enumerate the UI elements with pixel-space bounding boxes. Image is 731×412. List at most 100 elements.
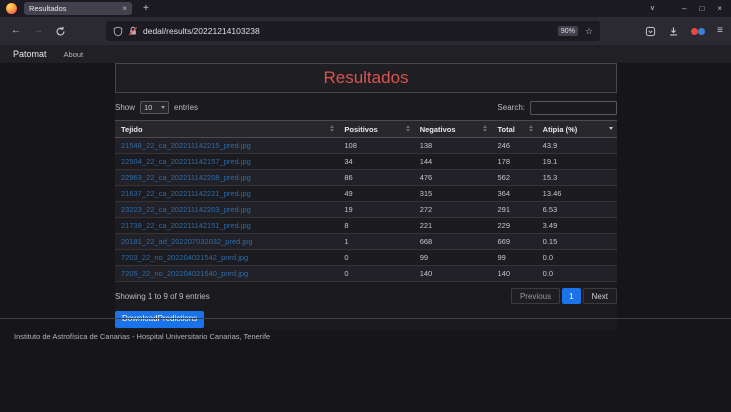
bookmark-star-icon[interactable]: ☆ [585, 27, 593, 36]
tejido-link[interactable]: 7203_22_no_202204021542_pred.jpg [121, 253, 248, 262]
cell-negativos: 315 [414, 186, 492, 202]
cell-negativos: 476 [414, 170, 492, 186]
window-minimize-button[interactable]: – [682, 5, 686, 13]
save-to-pocket-icon[interactable] [645, 26, 656, 37]
tracking-shield-icon[interactable] [113, 26, 123, 37]
new-tab-button[interactable]: + [143, 4, 149, 14]
cell-atipia: 0.15 [537, 234, 617, 250]
cell-total: 178 [491, 154, 536, 170]
tejido-link[interactable]: 22504_22_ca_202211142157_pred.jpg [121, 157, 251, 166]
extension-icon[interactable] [691, 27, 705, 36]
reload-icon[interactable] [54, 26, 66, 37]
tejido-link[interactable]: 22963_22_ca_202211142208_pred.jpg [121, 173, 251, 182]
sort-icon[interactable] [529, 125, 533, 132]
browser-tab[interactable]: Resultados × [24, 2, 132, 15]
cell-total: 140 [491, 266, 536, 282]
results-table: Tejido Positivos Negativos Total [115, 120, 617, 282]
search-input[interactable] [530, 101, 617, 115]
browser-titlebar: Resultados × + ∨ – □ × [0, 0, 731, 17]
cell-atipia: 15.3 [537, 170, 617, 186]
column-header-atipia[interactable]: Atipia (%) [537, 121, 617, 138]
forward-button[interactable]: → [32, 26, 44, 36]
cell-negativos: 99 [414, 250, 492, 266]
cell-atipia: 0.0 [537, 266, 617, 282]
cell-tejido: 22963_22_ca_202211142208_pred.jpg [115, 170, 338, 186]
sort-icon[interactable] [406, 125, 410, 132]
tejido-link[interactable]: 21548_22_ca_202211142215_pred.jpg [121, 141, 251, 150]
pagination-previous-button[interactable]: Previous [511, 288, 560, 304]
tejido-link[interactable]: 21637_22_ca_202211142221_pred.jpg [121, 189, 251, 198]
table-row: 21637_22_ca_202211142221_pred.jpg 49 315… [115, 186, 617, 202]
table-row: 7203_22_no_202204021542_pred.jpg 0 99 99… [115, 250, 617, 266]
cell-tejido: 22504_22_ca_202211142157_pred.jpg [115, 154, 338, 170]
page-title: Resultados [323, 68, 408, 88]
page-title-panel: Resultados [115, 63, 617, 93]
site-navbar: Patomat About [0, 45, 731, 63]
pagination-next-button[interactable]: Next [583, 288, 617, 304]
cell-negativos: 272 [414, 202, 492, 218]
cell-negativos: 138 [414, 138, 492, 154]
cell-tejido: 21637_22_ca_202211142221_pred.jpg [115, 186, 338, 202]
cell-negativos: 140 [414, 266, 492, 282]
search-control: Search: [497, 101, 617, 115]
table-row: 22504_22_ca_202211142157_pred.jpg 34 144… [115, 154, 617, 170]
zoom-level-badge[interactable]: 90% [558, 26, 578, 36]
cell-atipia: 13.46 [537, 186, 617, 202]
tab-list-chevron-icon[interactable]: ∨ [650, 5, 655, 12]
tab-close-icon[interactable]: × [122, 5, 127, 13]
page-length-select[interactable]: 10 [140, 101, 169, 114]
url-bar[interactable]: dedal/results/20221214103238 90% ☆ [106, 21, 600, 41]
pagination: Previous 1 Next [511, 288, 617, 304]
table-row: 7205_22_no_202204021640_pred.jpg 0 140 1… [115, 266, 617, 282]
cell-tejido: 23223_22_ca_202211142203_pred.jpg [115, 202, 338, 218]
cell-atipia: 43.9 [537, 138, 617, 154]
column-header-positivos[interactable]: Positivos [338, 121, 413, 138]
tejido-link[interactable]: 7205_22_no_202204021640_pred.jpg [121, 269, 248, 278]
firefox-icon [6, 3, 17, 14]
cell-total: 291 [491, 202, 536, 218]
column-header-tejido[interactable]: Tejido [115, 121, 338, 138]
sort-descending-icon[interactable] [609, 127, 613, 130]
table-row: 21548_22_ca_202211142215_pred.jpg 108 13… [115, 138, 617, 154]
cell-negativos: 221 [414, 218, 492, 234]
column-header-total[interactable]: Total [491, 121, 536, 138]
window-controls: ∨ – □ × [650, 5, 722, 13]
cell-total: 229 [491, 218, 536, 234]
cell-tejido: 7205_22_no_202204021640_pred.jpg [115, 266, 338, 282]
table-row: 22963_22_ca_202211142208_pred.jpg 86 476… [115, 170, 617, 186]
tejido-link[interactable]: 20181_22_ad_202207032032_pred.jpg [121, 237, 252, 246]
cell-total: 246 [491, 138, 536, 154]
entries-label: entries [174, 103, 198, 112]
nav-about-link[interactable]: About [64, 50, 84, 59]
window-maximize-button[interactable]: □ [699, 5, 704, 13]
back-button[interactable]: ← [10, 26, 22, 36]
browser-navigation-toolbar: ← → dedal/results/20221214103238 90% ☆ ≡ [0, 17, 731, 45]
footer-divider [0, 318, 731, 319]
download-predictions-button[interactable]: DownloadPredictions [115, 311, 204, 328]
showing-entries-info: Showing 1 to 9 of 9 entries [115, 292, 210, 301]
downloads-icon[interactable] [668, 26, 679, 37]
sort-icon[interactable] [330, 125, 334, 132]
tejido-link[interactable]: 21739_22_ca_202211142151_pred.jpg [121, 221, 251, 230]
menu-hamburger-icon[interactable]: ≡ [717, 26, 723, 36]
cell-atipia: 3.49 [537, 218, 617, 234]
brand-link[interactable]: Patomat [13, 49, 47, 59]
table-header-row: Tejido Positivos Negativos Total [115, 121, 617, 138]
cell-positivos: 0 [338, 266, 413, 282]
cell-tejido: 21739_22_ca_202211142151_pred.jpg [115, 218, 338, 234]
insecure-lock-icon[interactable] [128, 26, 138, 36]
tejido-link[interactable]: 23223_22_ca_202211142203_pred.jpg [121, 205, 251, 214]
sort-icon[interactable] [483, 125, 487, 132]
cell-total: 364 [491, 186, 536, 202]
window-close-button[interactable]: × [717, 5, 722, 13]
cell-positivos: 49 [338, 186, 413, 202]
cell-positivos: 0 [338, 250, 413, 266]
table-footer: Showing 1 to 9 of 9 entries Previous 1 N… [115, 288, 617, 304]
tab-title: Resultados [29, 4, 122, 13]
pagination-page-1-button[interactable]: 1 [562, 288, 580, 304]
results-container: Resultados Show 10 entries Search: [115, 63, 617, 330]
column-header-negativos[interactable]: Negativos [414, 121, 492, 138]
url-text[interactable]: dedal/results/20221214103238 [143, 26, 558, 36]
cell-atipia: 19.1 [537, 154, 617, 170]
cell-atipia: 6.53 [537, 202, 617, 218]
